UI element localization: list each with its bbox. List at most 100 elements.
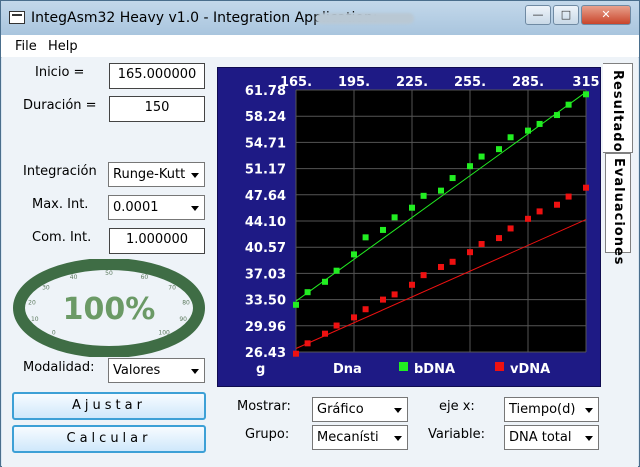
y-tick-label: 58.24 [245, 110, 286, 125]
ejex-select[interactable]: Tiempo(d) [504, 397, 599, 422]
chevron-down-icon [585, 436, 593, 441]
comint-input[interactable]: 1.000000 [109, 228, 205, 254]
data-point-bDNA [362, 234, 369, 241]
comint-label: Com. Int. [32, 230, 92, 245]
x-tick-label: 225. [396, 75, 428, 90]
title-bar[interactable]: IntegAsm32 Heavy v1.0 - Integration Appl… [1, 1, 639, 35]
data-point-bDNA [467, 163, 473, 170]
ajustar-button[interactable]: Ajustar [12, 392, 206, 420]
maximize-button[interactable]: □ [553, 5, 579, 25]
data-point-vDNA [565, 193, 572, 200]
gauge-tick-label: 50 [105, 270, 113, 277]
data-point-vDNA [478, 241, 485, 248]
app-window: IntegAsm32 Heavy v1.0 - Integration Appl… [0, 0, 640, 467]
gauge-tick-label: 20 [28, 300, 36, 307]
y-tick-label: 47.64 [245, 189, 286, 204]
minimize-button[interactable]: — [525, 5, 551, 25]
chevron-down-icon [394, 408, 402, 413]
data-point-bDNA [333, 267, 340, 274]
redacted-title-text [316, 13, 414, 24]
close-button[interactable]: ✕ [581, 5, 631, 25]
tab-evaluaciones[interactable]: Evaluaciones [605, 153, 631, 266]
chevron-down-icon [191, 173, 199, 178]
gauge-tick-label: 40 [70, 274, 78, 281]
legend-title: Dna [333, 362, 362, 377]
y-tick-label: 37.03 [245, 267, 286, 282]
duracion-input[interactable]: 150 [109, 96, 205, 122]
data-point-bDNA [565, 101, 572, 108]
grupo-select[interactable]: Mecanísti [312, 425, 408, 450]
y-tick-label: 54.71 [245, 136, 286, 151]
maxint-value: 0.0001 [113, 200, 159, 215]
data-point-vDNA [496, 235, 502, 242]
data-point-bDNA [322, 278, 328, 285]
data-point-bDNA [583, 91, 589, 98]
progress-gauge: 0 10 20 30 40 50 60 70 80 90 100 100% [13, 259, 205, 357]
integracion-select[interactable]: Runge-Kutt [108, 162, 205, 187]
modalidad-value: Valores [113, 363, 161, 378]
data-point-vDNA [362, 306, 369, 313]
ejex-value: Tiempo(d) [509, 402, 576, 417]
y-tick-label: 26.43 [245, 346, 286, 361]
y-axis-label: g [256, 362, 265, 377]
app-icon [9, 11, 25, 24]
ejex-label: eje x: [439, 399, 475, 414]
results-chart: 165. 195. 225. 255. 285. 315 61.7858.2454.715… [245, 75, 600, 377]
menu-file[interactable]: File [15, 39, 37, 54]
data-point-vDNA [554, 201, 560, 208]
gauge-tick-label: 100 [158, 330, 170, 337]
data-point-bDNA [438, 187, 444, 194]
y-tick-label: 44.10 [245, 215, 286, 230]
data-point-vDNA [583, 184, 589, 191]
chevron-down-icon [585, 408, 593, 413]
tab-evaluaciones-label: Evaluaciones [611, 158, 626, 266]
gauge-tick-label: 0 [52, 330, 56, 337]
x-tick-label: 255. [454, 75, 486, 90]
data-point-vDNA [380, 296, 386, 303]
x-tick-label: 195. [338, 75, 370, 90]
y-tick-label: 40.57 [245, 241, 286, 256]
tab-resultados[interactable]: Resultados [603, 63, 633, 161]
gauge-tick-label: 60 [141, 274, 149, 281]
data-point-bDNA [304, 289, 311, 296]
duracion-label: Duración = [23, 98, 97, 113]
modalidad-label: Modalidad: [23, 360, 95, 375]
data-point-vDNA [438, 263, 444, 270]
legend-swatch-bDNA [399, 362, 408, 371]
data-point-bDNA [391, 214, 398, 221]
y-tick-label: 29.96 [245, 320, 286, 335]
grupo-label: Grupo: [245, 427, 290, 442]
variable-label: Variable: [428, 427, 486, 442]
inicio-label: Inicio = [35, 65, 85, 80]
inicio-input[interactable]: 165.000000 [109, 63, 205, 89]
data-point-bDNA [554, 112, 560, 119]
data-point-bDNA [409, 204, 415, 211]
data-point-bDNA [525, 127, 531, 134]
data-point-vDNA [507, 225, 514, 232]
data-point-vDNA [525, 215, 531, 222]
data-point-vDNA [536, 208, 543, 215]
tab-resultados-label: Resultados [610, 70, 625, 162]
data-point-vDNA [467, 249, 473, 256]
data-point-bDNA [496, 146, 502, 153]
x-tick-label: 315 [572, 75, 599, 90]
maxint-select[interactable]: 0.0001 [108, 195, 205, 220]
y-tick-label: 33.50 [245, 294, 286, 309]
chart-frame: 165. 195. 225. 255. 285. 315 61.78 58.24 54.71 5… [217, 67, 601, 387]
data-point-vDNA [420, 272, 427, 279]
variable-select[interactable]: DNA total [504, 425, 599, 450]
chevron-down-icon [191, 369, 199, 374]
legend-label-vDNA: vDNA [510, 362, 550, 377]
data-point-bDNA [380, 226, 386, 233]
menu-help[interactable]: Help [48, 39, 78, 54]
y-tick-label: 61.78 [245, 84, 286, 99]
progress-percent-text: 100% [63, 292, 156, 327]
variable-value: DNA total [509, 430, 572, 445]
mostrar-label: Mostrar: [237, 399, 291, 414]
data-point-vDNA [304, 340, 311, 347]
calcular-button[interactable]: Calcular [12, 425, 206, 453]
data-point-bDNA [478, 153, 485, 160]
modalidad-select[interactable]: Valores [108, 358, 205, 383]
mostrar-select[interactable]: Gráfico [312, 397, 408, 422]
legend-swatch-vDNA [495, 362, 504, 371]
